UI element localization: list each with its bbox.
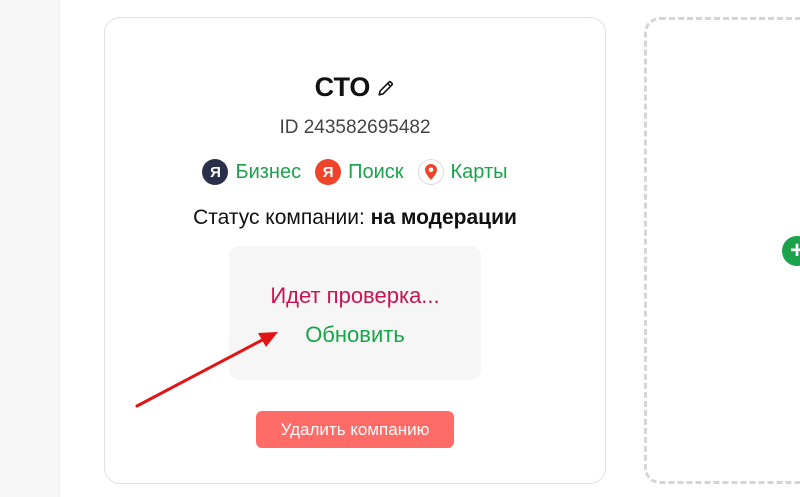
company-title-row: СТО (105, 69, 605, 105)
yandex-maps-pin-icon (417, 159, 444, 185)
yandex-business-icon: Я (202, 159, 229, 185)
status-label: Статус компании: (193, 206, 371, 229)
add-company-card[interactable] (644, 17, 800, 484)
moderation-panel: Идет проверка... Обновить (229, 246, 481, 380)
yandex-search-icon: Я (315, 159, 342, 185)
service-label-maps: Карты (450, 160, 508, 183)
company-name: СТО (314, 72, 371, 102)
edit-pencil-icon[interactable] (376, 79, 395, 98)
checking-status-text: Идет проверка... (270, 283, 440, 308)
left-sidebar-strip (0, 0, 60, 497)
company-status: Статус компании: на модерации (105, 204, 605, 232)
company-card: СТО ID 243582695482 Я Бизнес Я Поиск Кар… (104, 17, 606, 484)
delete-company-button[interactable]: Удалить компанию (256, 411, 454, 448)
service-links: Я Бизнес Я Поиск Карты (105, 158, 605, 186)
yandex-business-link[interactable]: Я Бизнес (202, 159, 301, 185)
yandex-search-link[interactable]: Я Поиск (315, 159, 404, 185)
company-id: ID 243582695482 (279, 117, 431, 138)
service-label-search: Поиск (348, 160, 404, 183)
service-label-business: Бизнес (235, 160, 302, 183)
yandex-maps-link[interactable]: Карты (417, 159, 508, 185)
refresh-link[interactable]: Обновить (229, 321, 481, 349)
status-value: на модерации (370, 206, 517, 229)
